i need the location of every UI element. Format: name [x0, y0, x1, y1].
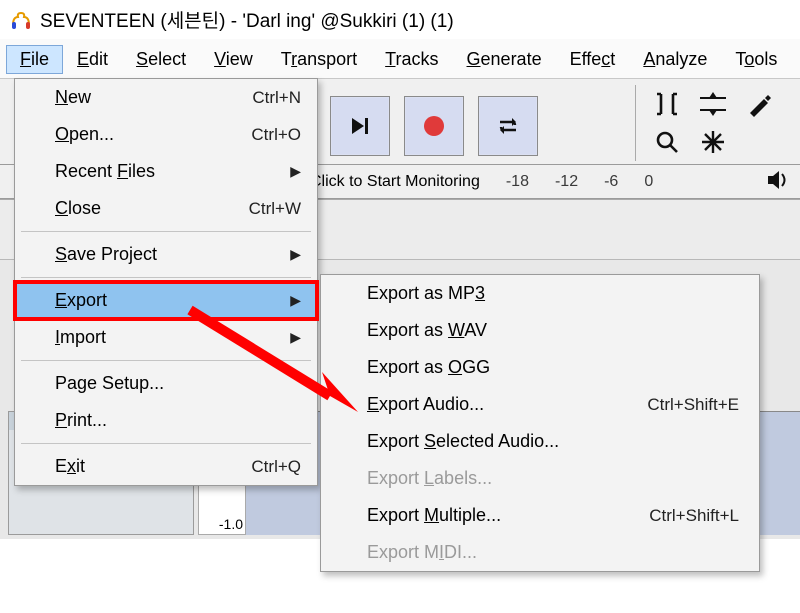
speaker-icon[interactable]	[766, 169, 790, 197]
menu-separator	[21, 443, 311, 444]
scale-m18: -18	[506, 173, 529, 191]
menu-analyze[interactable]: Analyze	[629, 45, 721, 74]
amp-1: -1.0	[199, 516, 243, 532]
skip-end-button[interactable]	[330, 96, 390, 156]
menu-save-project[interactable]: Save Project▶	[15, 236, 317, 273]
export-ogg[interactable]: Export as OGG	[321, 349, 759, 386]
chevron-right-icon: ▶	[270, 246, 301, 263]
window-title: SEVENTEEN (세븐틴) - 'Darl ing' @Sukkiri (1…	[40, 6, 454, 33]
title-bar: SEVENTEEN (세븐틴) - 'Darl ing' @Sukkiri (1…	[0, 0, 800, 39]
menu-separator	[21, 360, 311, 361]
menu-exit[interactable]: ExitCtrl+Q	[15, 448, 317, 485]
record-button[interactable]	[404, 96, 464, 156]
menu-help[interactable]: Help	[791, 45, 800, 74]
chevron-right-icon: ▶	[270, 292, 301, 309]
app-icon	[10, 9, 32, 31]
menu-export[interactable]: Export▶	[15, 282, 317, 319]
chevron-right-icon: ▶	[270, 329, 301, 346]
export-audio[interactable]: Export Audio...Ctrl+Shift+E	[321, 386, 759, 423]
export-midi: Export MIDI...	[321, 534, 759, 571]
menu-select[interactable]: Select	[122, 45, 200, 74]
export-mp3[interactable]: Export as MP3	[321, 275, 759, 312]
empty-tool-slot	[736, 123, 782, 161]
draw-tool-icon[interactable]	[736, 85, 782, 123]
menu-tools[interactable]: Tools	[721, 45, 791, 74]
menu-page-setup[interactable]: Page Setup...	[15, 365, 317, 402]
menu-open[interactable]: Open...Ctrl+O	[15, 116, 317, 153]
scale-0: 0	[644, 173, 653, 191]
chevron-right-icon: ▶	[270, 163, 301, 180]
monitoring-hint[interactable]: Click to Start Monitoring	[310, 173, 480, 191]
menu-print[interactable]: Print...	[15, 402, 317, 439]
export-wav[interactable]: Export as WAV	[321, 312, 759, 349]
menu-generate[interactable]: Generate	[453, 45, 556, 74]
scale-m12: -12	[555, 173, 578, 191]
menu-transport[interactable]: Transport	[267, 45, 371, 74]
tool-palette	[635, 85, 782, 161]
envelope-tool-icon[interactable]	[690, 85, 736, 123]
menu-new[interactable]: NewCtrl+N	[15, 79, 317, 116]
menu-edit[interactable]: Edit	[63, 45, 122, 74]
menu-tracks[interactable]: Tracks	[371, 45, 452, 74]
export-selected-audio[interactable]: Export Selected Audio...	[321, 423, 759, 460]
selection-tool-icon[interactable]	[644, 85, 690, 123]
menu-view[interactable]: View	[200, 45, 267, 74]
menu-separator	[21, 277, 311, 278]
file-menu-dropdown: NewCtrl+N Open...Ctrl+O Recent Files▶ Cl…	[14, 78, 318, 486]
export-labels: Export Labels...	[321, 460, 759, 497]
menu-recent-files[interactable]: Recent Files▶	[15, 153, 317, 190]
loop-button[interactable]	[478, 96, 538, 156]
menubar: File Edit Select View Transport Tracks G…	[0, 39, 800, 79]
menu-close[interactable]: CloseCtrl+W	[15, 190, 317, 227]
menu-effect[interactable]: Effect	[556, 45, 630, 74]
multi-tool-icon[interactable]	[690, 123, 736, 161]
zoom-tool-icon[interactable]	[644, 123, 690, 161]
menu-file[interactable]: File	[6, 45, 63, 74]
menu-import[interactable]: Import▶	[15, 319, 317, 356]
export-submenu: Export as MP3 Export as WAV Export as OG…	[320, 274, 760, 572]
export-multiple[interactable]: Export Multiple...Ctrl+Shift+L	[321, 497, 759, 534]
menu-separator	[21, 231, 311, 232]
scale-m6: -6	[604, 173, 618, 191]
